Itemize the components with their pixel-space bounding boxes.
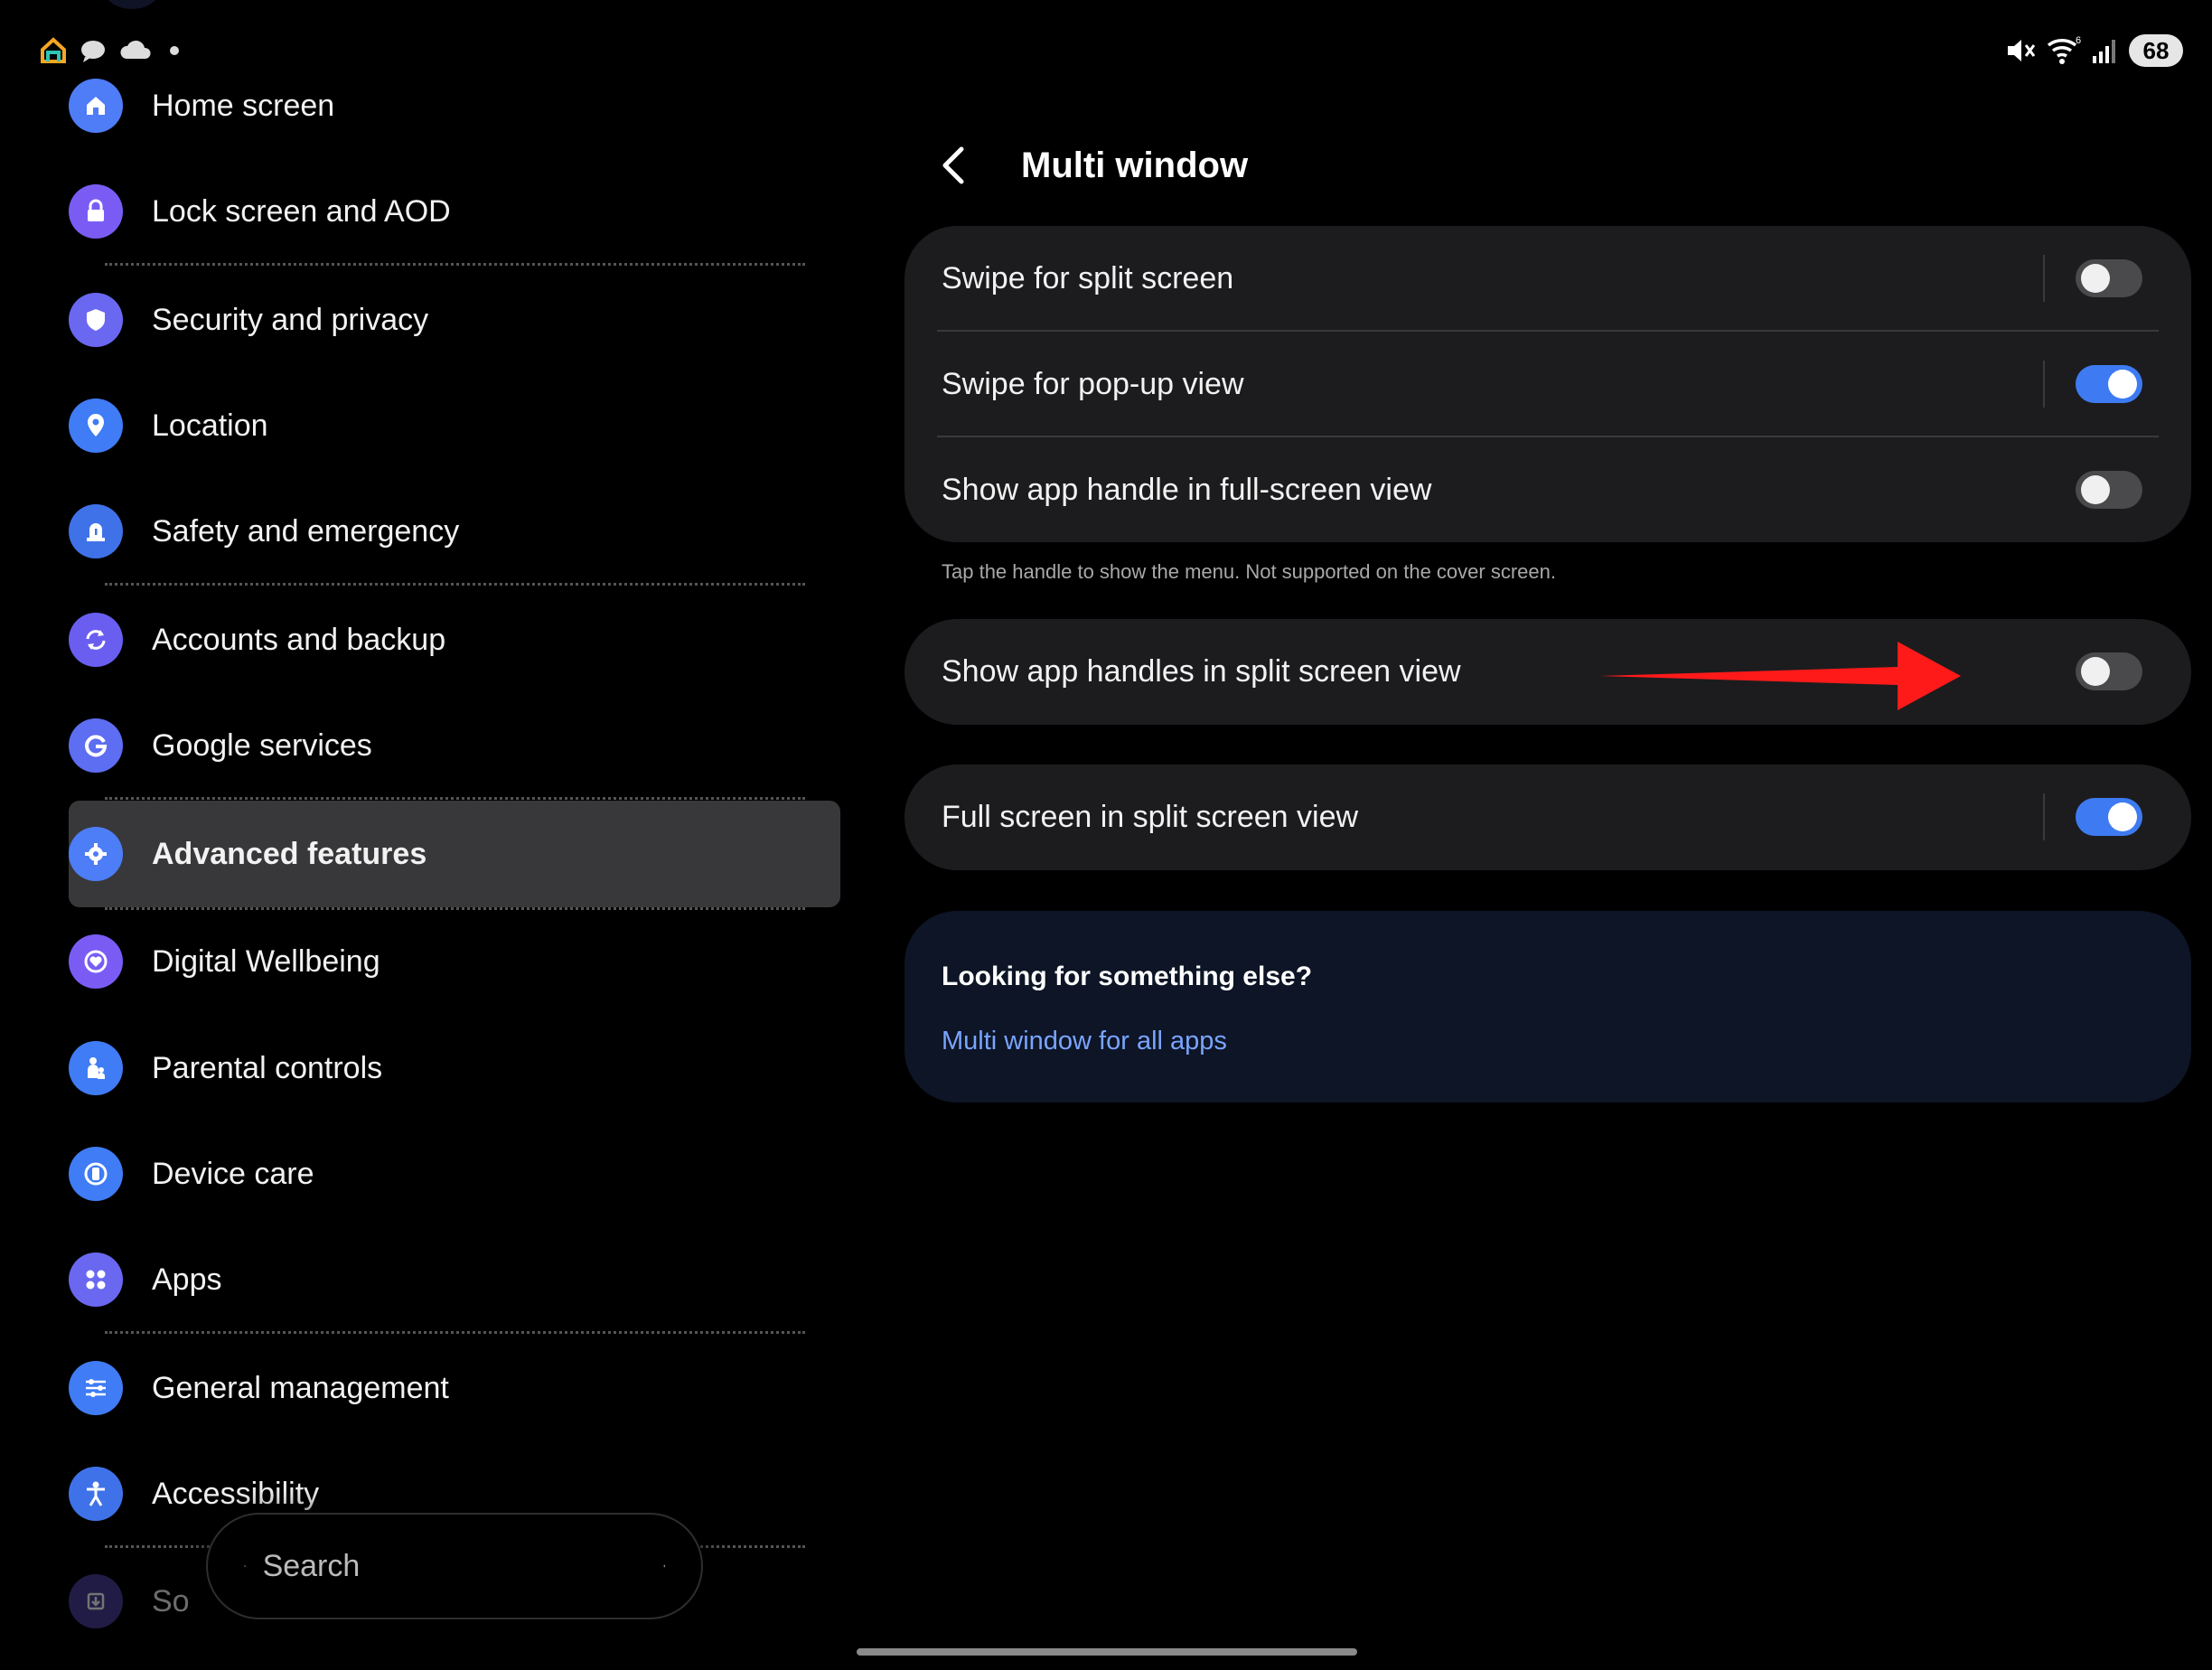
toggle-switch[interactable] [2076, 798, 2142, 836]
sidebar-item-label: Device care [152, 1156, 314, 1191]
toggle-knob [2108, 370, 2137, 399]
sidebar-item-label: So [152, 1583, 190, 1618]
sidebar-item-advanced-features[interactable]: Advanced features [69, 802, 840, 906]
gesture-home-bar[interactable] [857, 1648, 1357, 1656]
sidebar-item-label: Parental controls [152, 1050, 383, 1085]
sidebar-item-digital-wellbeing[interactable]: Digital Wellbeing [69, 909, 840, 1014]
toggle-knob [2081, 657, 2110, 686]
section-divider [105, 263, 805, 266]
partial-item-above [105, 0, 159, 9]
vertical-divider [2043, 361, 2045, 408]
sidebar-item-label: Safety and emergency [152, 513, 460, 549]
toggle-switch[interactable] [2076, 259, 2142, 297]
shield-icon [69, 293, 123, 347]
siren-icon [69, 504, 123, 558]
sliders-icon [69, 1361, 123, 1415]
sidebar-item-home-screen[interactable]: Home screen [69, 53, 840, 158]
setting-row-swipe-popup[interactable]: Swipe for pop-up view [904, 332, 2191, 437]
back-button[interactable] [940, 143, 976, 188]
sidebar-item-label: Accessibility [152, 1476, 320, 1511]
sidebar-item-label: Accounts and backup [152, 622, 446, 657]
vertical-divider [2043, 255, 2045, 302]
setting-label: Full screen in split screen view [942, 800, 1359, 834]
signal-icon [2093, 40, 2115, 63]
sidebar-item-google-services[interactable]: Google services [69, 693, 840, 798]
software-update-icon [69, 1574, 123, 1628]
setting-label: Show app handle in full-screen view [942, 473, 1432, 507]
heart-circle-icon [69, 934, 123, 989]
parent-child-icon [69, 1041, 123, 1095]
setting-row-swipe-split[interactable]: Swipe for split screen [904, 226, 2191, 332]
lock-icon [69, 184, 123, 239]
helper-note: Tap the handle to show the menu. Not sup… [942, 560, 1556, 583]
toggle-knob [2108, 802, 2137, 831]
sidebar-item-apps[interactable]: Apps [69, 1227, 840, 1332]
microphone-icon[interactable] [662, 1545, 665, 1587]
home-icon [69, 79, 123, 133]
google-g-icon [69, 718, 123, 773]
settings-group-multiwindow: Swipe for split screen Swipe for pop-up … [904, 226, 2191, 542]
search-input[interactable] [262, 1548, 663, 1584]
battery-indicator: 68 [2129, 34, 2183, 67]
sidebar-item-safety-emergency[interactable]: Safety and emergency [69, 479, 840, 584]
search-icon [244, 1564, 247, 1568]
sidebar-item-accounts-backup[interactable]: Accounts and backup [69, 587, 840, 692]
toggle-knob [2081, 264, 2110, 293]
page-header: Multi window [940, 136, 1248, 195]
sidebar-item-label: Advanced features [152, 836, 427, 871]
sidebar-item-label: General management [152, 1370, 449, 1405]
red-arrow-annotation [1599, 642, 1961, 710]
setting-row-app-handles-split[interactable]: Show app handles in split screen view [904, 619, 2191, 725]
sidebar-item-parental-controls[interactable]: Parental controls [69, 1016, 840, 1121]
sidebar-item-device-care[interactable]: Device care [69, 1121, 840, 1226]
multi-window-all-apps-link[interactable]: Multi window for all apps [942, 1027, 1227, 1056]
search-bar[interactable] [206, 1513, 703, 1619]
status-bar-right: 6 68 [2004, 33, 2183, 69]
setting-row-fullscreen-split[interactable]: Full screen in split screen view [904, 765, 2191, 870]
setting-label: Swipe for pop-up view [942, 367, 1244, 401]
vertical-divider [2043, 793, 2045, 840]
puzzle-gear-icon [69, 827, 123, 881]
device-care-icon [69, 1147, 123, 1201]
setting-label: Show app handles in split screen view [942, 654, 1461, 689]
sidebar-item-general-management[interactable]: General management [69, 1336, 840, 1440]
apps-grid-icon [69, 1252, 123, 1307]
sidebar-item-label: Home screen [152, 88, 335, 123]
setting-label: Swipe for split screen [942, 261, 1234, 296]
settings-group-app-handles-split: Show app handles in split screen view [904, 619, 2191, 725]
sidebar-item-security-privacy[interactable]: Security and privacy [69, 267, 840, 372]
sidebar-item-label: Google services [152, 727, 372, 763]
settings-screen: 6 68 Home screen Lock screen and AOD Sec… [0, 0, 2212, 1670]
chevron-left-icon [942, 146, 964, 184]
toggle-switch[interactable] [2076, 365, 2142, 403]
sync-icon [69, 613, 123, 667]
sidebar-item-label: Lock screen and AOD [152, 193, 451, 229]
setting-row-app-handle-fullscreen[interactable]: Show app handle in full-screen view [904, 437, 2191, 543]
page-title: Multi window [1021, 145, 1249, 185]
wifi-icon: 6 [2047, 35, 2081, 64]
sidebar-item-lock-screen[interactable]: Lock screen and AOD [69, 159, 840, 264]
sidebar-item-label: Location [152, 408, 268, 443]
settings-sidebar: Home screen Lock screen and AOD Security… [0, 0, 849, 1670]
suggestion-heading: Looking for something else? [942, 962, 1313, 991]
mute-icon [2008, 40, 2036, 61]
toggle-knob [2081, 475, 2110, 504]
section-divider [105, 583, 805, 586]
battery-level: 68 [2142, 36, 2170, 64]
sidebar-item-location[interactable]: Location [69, 373, 840, 478]
accessibility-icon [69, 1467, 123, 1521]
location-pin-icon [69, 399, 123, 453]
sidebar-item-label: Apps [152, 1262, 222, 1297]
toggle-switch[interactable] [2076, 652, 2142, 690]
sidebar-item-label: Digital Wellbeing [152, 943, 380, 979]
section-divider [105, 1331, 805, 1334]
section-divider [105, 797, 805, 800]
settings-group-fullscreen-split: Full screen in split screen view [904, 765, 2191, 870]
sidebar-item-label: Security and privacy [152, 302, 429, 337]
svg-text:6: 6 [2076, 35, 2081, 46]
toggle-switch[interactable] [2076, 471, 2142, 509]
suggestion-card: Looking for something else? Multi window… [904, 911, 2191, 1102]
